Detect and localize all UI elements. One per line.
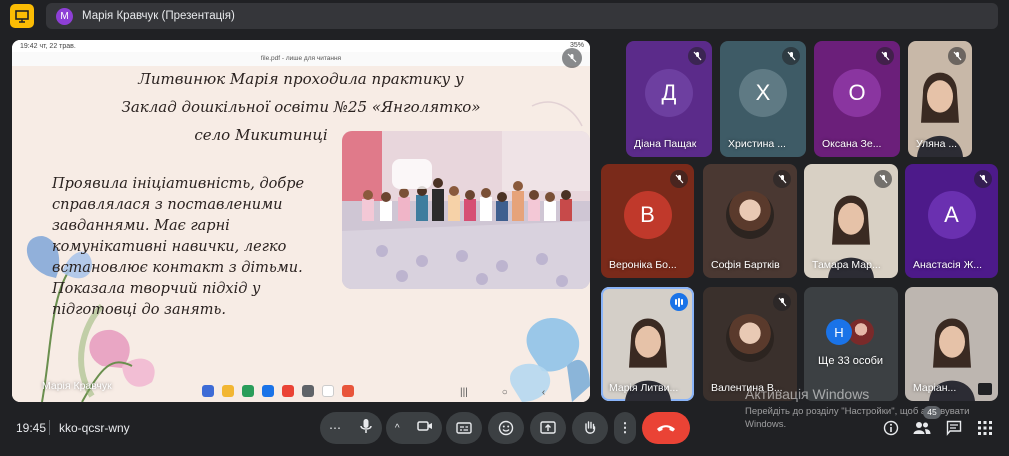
speaking-indicator-icon [670, 293, 688, 311]
slide-heading-line-1: Литвинюк Марія проходила практику у [138, 70, 464, 88]
participant-photo-avatar [726, 191, 774, 239]
chat-icon [946, 420, 962, 436]
home-icon: ○ [501, 387, 508, 398]
apps-grid-icon [978, 421, 992, 435]
presentation-icon[interactable] [10, 4, 34, 28]
participant-tile[interactable]: Х Христина ... [720, 41, 806, 157]
participant-tile[interactable]: А Анастасія Ж... [905, 164, 998, 278]
slide-body-text: Проявила ініціативність, добре справляла… [52, 176, 305, 318]
presenter-title-bar[interactable]: М Марія Кравчук (Презентація) [46, 3, 998, 29]
participant-name: Анастасія Ж... [913, 259, 983, 271]
participant-name: Христина ... [728, 138, 786, 150]
hang-up-icon [657, 425, 675, 432]
meeting-details-button[interactable] [882, 419, 900, 437]
participant-photo-avatar [726, 314, 774, 362]
captions-icon [456, 422, 472, 434]
participant-avatar: А [927, 191, 976, 239]
participant-tile[interactable]: О Оксана Зе... [814, 41, 900, 157]
participant-tile[interactable]: Маріан... [905, 287, 998, 401]
hand-icon [585, 421, 596, 434]
presenter-name-label: Марія Кравчук [42, 380, 112, 392]
slide: Литвинюк Марія проходила практику у Закл… [12, 66, 590, 402]
participant-name: Софія Бартків [711, 259, 780, 271]
meet-window: М Марія Кравчук (Презентація) 19:42 чт, … [0, 0, 1009, 456]
captions-button[interactable] [446, 412, 482, 444]
clock: 19:45 [16, 421, 47, 435]
more-audio-options-icon[interactable]: ⋯ [329, 421, 341, 435]
mic-off-icon [948, 47, 966, 65]
microphone-icon[interactable] [359, 418, 373, 439]
emoji-icon [498, 420, 514, 436]
kindergarten-photo [342, 131, 590, 289]
participant-name: Марія Литви... [609, 382, 679, 394]
device-nav-keys: ||| ○ ‹ [460, 387, 545, 398]
divider [49, 420, 50, 435]
more-participant-avatar: Н [826, 319, 852, 345]
participant-avatar: Д [645, 69, 693, 117]
participant-tile[interactable]: Валентина В... [703, 287, 797, 401]
more-vert-icon: ⋮ [618, 420, 632, 435]
mic-off-icon [782, 47, 800, 65]
watermark-title: Активація Windows [745, 386, 870, 402]
leave-call-button[interactable] [642, 412, 690, 444]
device-status-bar: 19:42 чт, 22 трав. 35% [12, 40, 590, 52]
slide-heading-line-2: Заклад дошкільної освіти №25 «Янголятко» [121, 98, 481, 116]
file-name-bar: file.pdf - лише для читання [12, 52, 590, 66]
participant-tile[interactable]: Н Ще 33 особи [804, 287, 898, 401]
mic-off-icon [876, 47, 894, 65]
participant-name: Діана Пащак [634, 138, 697, 150]
device-status-time: 19:42 чт, 22 трав. [20, 42, 76, 50]
mic-control-group: ⋯ [320, 412, 382, 444]
camera-control-group: ^ [386, 412, 442, 444]
participant-avatar: Х [739, 69, 787, 117]
mic-off-icon [974, 170, 992, 188]
camera-icon[interactable] [417, 419, 433, 437]
participant-tile[interactable]: Уляна ... [908, 41, 972, 157]
emoji-button[interactable] [488, 412, 524, 444]
chat-button[interactable] [945, 419, 963, 437]
mic-off-icon [874, 170, 892, 188]
present-screen-button[interactable] [530, 412, 566, 444]
meeting-code: kko-qcsr-wny [59, 421, 130, 435]
device-dock [202, 384, 354, 398]
participant-tile[interactable]: Софія Бартків [703, 164, 797, 278]
mic-off-icon [670, 170, 688, 188]
participant-name: Тамара Мар... [812, 259, 881, 271]
mic-off-icon [773, 170, 791, 188]
participant-name: Ще 33 особи [818, 355, 884, 367]
participant-name: Уляна ... [916, 138, 958, 150]
people-icon [913, 422, 931, 434]
participant-avatar: В [623, 191, 672, 239]
present-screen-icon [540, 421, 556, 434]
back-icon: ‹ [541, 387, 546, 398]
participant-name: Оксана Зе... [822, 138, 882, 150]
participant-avatar: О [833, 69, 881, 117]
info-icon [883, 420, 899, 436]
mic-off-icon [562, 48, 582, 68]
recents-icon: ||| [460, 387, 468, 398]
participant-name: Вероніка Бо... [609, 259, 677, 271]
pin-icon[interactable] [978, 383, 992, 395]
presenter-avatar: М [56, 7, 73, 25]
participant-count-badge: 45 [923, 406, 941, 419]
participant-tile[interactable]: В Вероніка Бо... [601, 164, 694, 278]
raise-hand-button[interactable] [572, 412, 608, 444]
participant-tile[interactable]: Д Діана Пащак [626, 41, 712, 157]
presenter-title: Марія Кравчук (Презентація) [82, 10, 235, 22]
mic-off-icon [773, 293, 791, 311]
people-button[interactable] [913, 419, 931, 437]
chevron-up-icon[interactable]: ^ [395, 423, 400, 434]
activities-button[interactable] [976, 419, 994, 437]
presentation-tile[interactable]: 19:42 чт, 22 трав. 35% file.pdf - лише д… [12, 40, 590, 402]
participant-tile[interactable]: Марія Литви... [601, 287, 694, 401]
top-bar: М Марія Кравчук (Презентація) [0, 0, 1009, 34]
participant-tile[interactable]: Тамара Мар... [804, 164, 898, 278]
more-options-button[interactable]: ⋮ [614, 412, 636, 444]
mic-off-icon [688, 47, 706, 65]
